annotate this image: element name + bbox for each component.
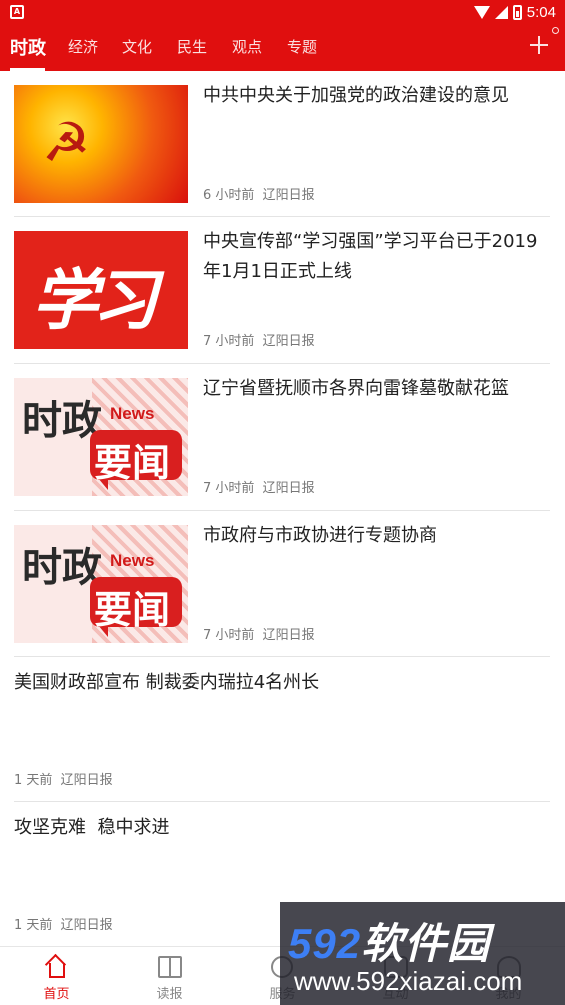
clock: 5:04 <box>526 3 556 21</box>
news-time: 7 小时前 <box>203 481 255 496</box>
xuexi-calligraphy: 学习 <box>32 261 158 339</box>
news-meta: 1 天前 辽阳日报 <box>14 769 113 788</box>
add-channel-icon[interactable] <box>530 36 548 54</box>
watermark-url: www.592xiazai.com <box>294 966 523 996</box>
news-item[interactable]: 学习 中央宣传部“学习强国”学习平台已于2019年1月1日正式上线 7 小时前 … <box>14 217 550 364</box>
news-item[interactable]: 时政 News 要闻 辽宁省暨抚顺市各界向雷锋墓敬献花篮 7 小时前 辽阳日报 <box>14 364 550 511</box>
nav-label: 首页 <box>43 987 70 1002</box>
watermark-brand: 592软件园 <box>288 920 491 967</box>
news-thumbnail: 时政 News 要闻 <box>14 378 188 496</box>
news-time: 7 小时前 <box>203 334 255 349</box>
tab-wenhua[interactable]: 文化 <box>122 36 152 57</box>
wifi-icon <box>473 5 490 19</box>
news-source: 辽阳日报 <box>60 773 113 788</box>
news-title: 辽宁省暨抚顺市各界向雷锋墓敬献花篮 <box>203 378 509 399</box>
xuexi-thumbnail: 学习 <box>14 231 188 349</box>
news-title: 中共中央关于加强党的政治建设的意见 <box>203 85 509 106</box>
news-meta: 6 小时前 辽阳日报 <box>203 184 315 203</box>
tab-zhuanti[interactable]: 专题 <box>287 36 317 57</box>
news-item[interactable]: 时政 News 要闻 市政府与市政协进行专题协商 7 小时前 辽阳日报 <box>14 511 550 657</box>
tab-guandian[interactable]: 观点 <box>232 36 262 57</box>
news-source: 辽阳日报 <box>262 628 315 643</box>
news-source: 辽阳日报 <box>262 481 315 496</box>
news-meta: 7 小时前 辽阳日报 <box>203 477 315 496</box>
watermark: 592软件园 www.592xiazai.com <box>280 902 565 1005</box>
nav-newspaper[interactable]: 读报 <box>113 947 226 1005</box>
menu-dot-icon <box>552 27 559 34</box>
news-source: 辽阳日报 <box>262 188 315 203</box>
nav-label: 读报 <box>156 987 183 1002</box>
news-title: 市政府与市政协进行专题协商 <box>203 525 437 546</box>
notification-icon: A <box>10 5 24 19</box>
hammer-sickle-icon: ☭ <box>42 111 91 174</box>
party-emblem-thumbnail: ☭ <box>14 85 188 203</box>
news-thumbnail: 时政 News 要闻 <box>14 525 188 643</box>
news-title: 中央宣传部“学习强国”学习平台已于2019年1月1日正式上线 <box>203 231 538 282</box>
news-meta: 7 小时前 辽阳日报 <box>203 330 315 349</box>
news-meta: 7 小时前 辽阳日报 <box>203 624 315 643</box>
nav-home[interactable]: 首页 <box>0 947 113 1005</box>
news-time: 1 天前 <box>14 773 53 788</box>
news-title: 美国财政部宣布 制裁委内瑞拉4名州长 <box>14 672 320 693</box>
tab-shizheng[interactable]: 时政 <box>10 34 46 60</box>
news-item[interactable]: ☭ 中共中央关于加强党的政治建设的意见 6 小时前 辽阳日报 <box>14 71 550 217</box>
category-tab-bar: 时政 经济 文化 民生 观点 专题 <box>0 24 565 71</box>
signal-icon <box>494 5 508 19</box>
news-time: 6 小时前 <box>203 188 255 203</box>
battery-icon <box>512 4 522 20</box>
tab-jingji[interactable]: 经济 <box>68 36 98 57</box>
news-item[interactable]: 美国财政部宣布 制裁委内瑞拉4名州长 1 天前 辽阳日报 <box>14 657 550 802</box>
news-source: 辽阳日报 <box>262 334 315 349</box>
news-meta: 1 天前 辽阳日报 <box>14 914 113 933</box>
news-source: 辽阳日报 <box>60 918 113 933</box>
news-time: 1 天前 <box>14 918 53 933</box>
news-time: 7 小时前 <box>203 628 255 643</box>
news-title: 攻坚克难 稳中求进 <box>14 817 170 838</box>
tab-minsheng[interactable]: 民生 <box>177 36 207 57</box>
status-bar: A 5:04 <box>0 0 565 24</box>
newspaper-icon <box>158 956 182 978</box>
